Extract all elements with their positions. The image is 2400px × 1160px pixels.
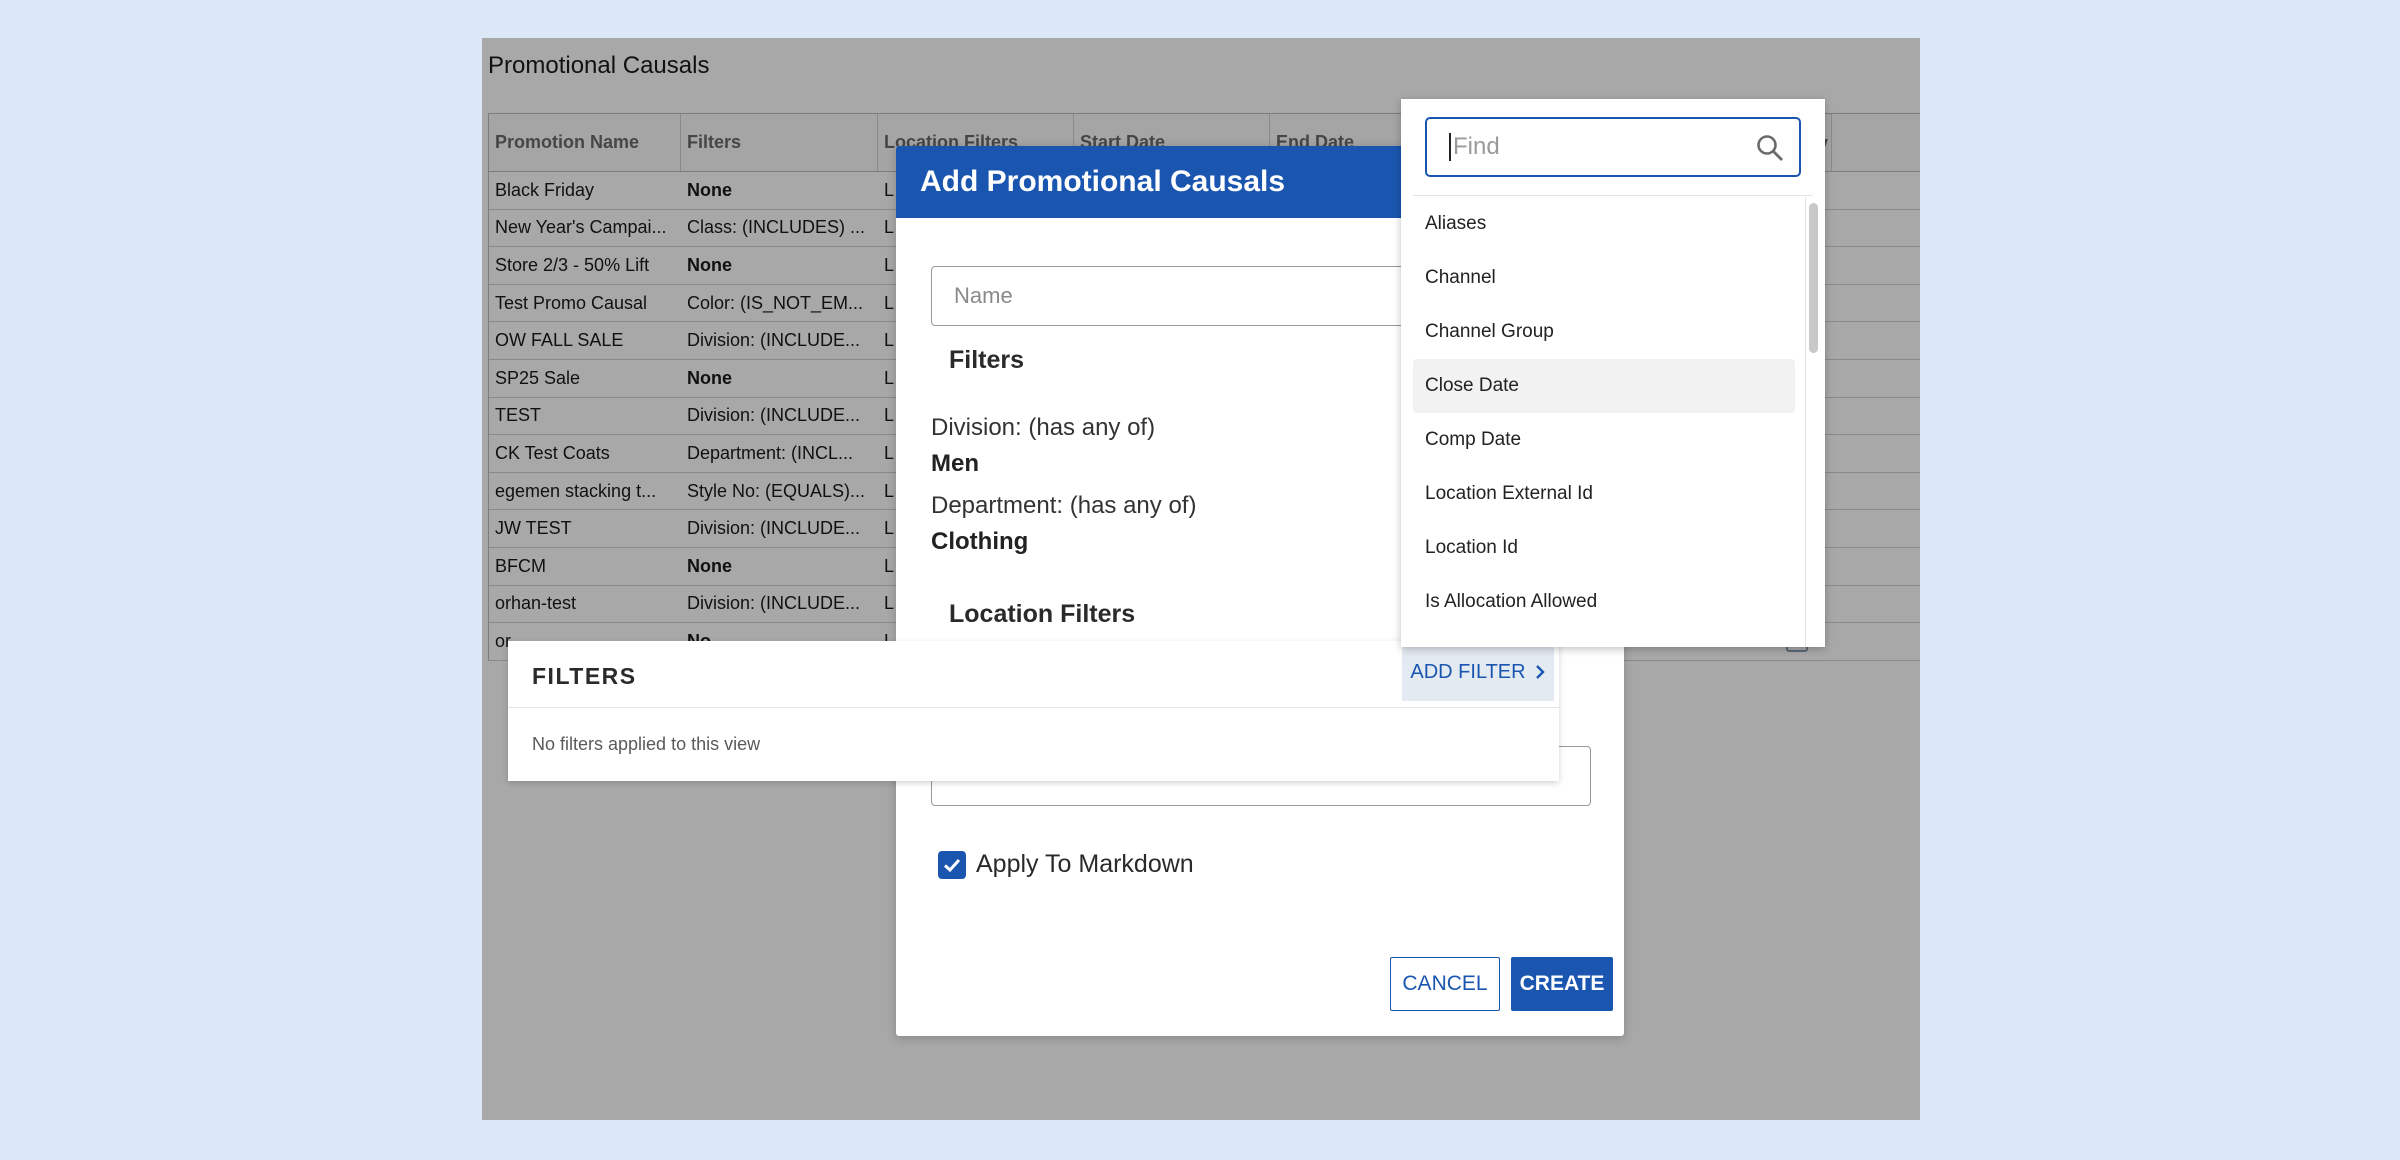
filter-value-department: Clothing bbox=[931, 528, 1029, 555]
search-icon bbox=[1757, 135, 1783, 161]
apply-to-markdown-checkbox[interactable] bbox=[938, 850, 966, 879]
add-filter-button[interactable]: ADD FILTER bbox=[1402, 643, 1554, 701]
empty-filters-message: No filters applied to this view bbox=[532, 734, 761, 754]
dropdown-scrollbar-thumb[interactable] bbox=[1809, 203, 1818, 353]
filters-heading: Filters bbox=[949, 346, 1025, 374]
location-filters-heading: Location Filters bbox=[949, 600, 1136, 628]
dropdown-option[interactable]: Channel bbox=[1413, 251, 1795, 305]
apply-to-markdown-row[interactable]: Apply To Markdown bbox=[938, 850, 1194, 879]
filters-panel-title: FILTERS bbox=[532, 663, 637, 689]
dropdown-option[interactable]: Aliases bbox=[1413, 197, 1795, 251]
filter-key-division: Division: (has any of) bbox=[931, 414, 1156, 441]
dropdown-option[interactable]: Comp Date bbox=[1413, 413, 1795, 467]
filters-panel: FILTERS ADD FILTER No filters applied to… bbox=[508, 641, 1559, 781]
dropdown-option[interactable]: Is Box Shipped... bbox=[1413, 629, 1795, 647]
add-filter-label: ADD FILTER bbox=[1410, 660, 1526, 683]
find-placeholder: Find bbox=[1453, 133, 1500, 160]
field-options-list: Aliases Channel Channel Group Close Date Com… bbox=[1413, 197, 1803, 647]
dropdown-option[interactable]: Is Allocation Allowed bbox=[1413, 575, 1795, 629]
filter-key-department: Department: (has any of) bbox=[931, 492, 1197, 519]
checkmark-icon bbox=[943, 858, 961, 872]
dropdown-option[interactable]: Location Id bbox=[1413, 521, 1795, 575]
find-input[interactable]: Find bbox=[1425, 117, 1801, 177]
dropdown-option[interactable]: Location External Id bbox=[1413, 467, 1795, 521]
filter-field-dropdown: Find Aliases Channel Channel Group Close Da… bbox=[1401, 99, 1825, 647]
apply-to-markdown-label: Apply To Markdown bbox=[976, 850, 1194, 878]
chevron-right-icon bbox=[1535, 665, 1545, 679]
divider bbox=[508, 707, 1559, 708]
text-cursor bbox=[1449, 133, 1451, 161]
dropdown-option[interactable]: Channel Group bbox=[1413, 305, 1795, 359]
divider bbox=[1413, 195, 1813, 196]
create-button[interactable]: CREATE bbox=[1511, 957, 1613, 1011]
cancel-button[interactable]: CANCEL bbox=[1390, 957, 1500, 1011]
filter-value-division: Men bbox=[931, 450, 979, 477]
dropdown-option[interactable]: Close Date bbox=[1413, 359, 1795, 413]
